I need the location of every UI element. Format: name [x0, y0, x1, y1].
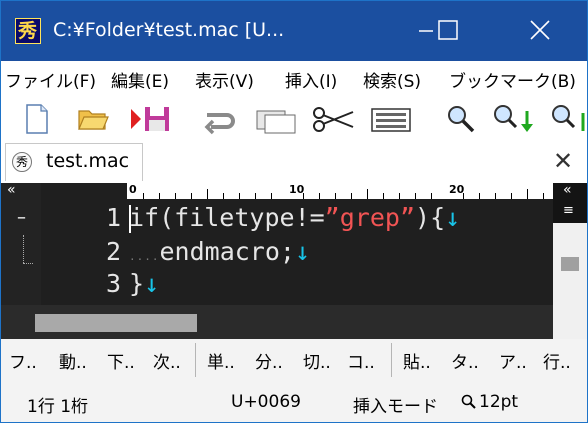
maximize-button[interactable]: [425, 11, 471, 51]
folder-icon: [78, 110, 109, 130]
input-mode[interactable]: 挿入モード: [353, 392, 438, 417]
collapse-left-icon[interactable]: «: [7, 183, 16, 198]
scroll-corner: [553, 305, 587, 339]
ruler-label: 0: [129, 183, 137, 196]
open-folder-button[interactable]: [75, 101, 111, 137]
list-icon[interactable]: ≡: [563, 203, 574, 218]
app-icon-glyph: 秀: [18, 20, 38, 42]
paste-button[interactable]: [369, 101, 413, 137]
fkey-4[interactable]: 次..: [153, 348, 181, 373]
vertical-scroll-thumb[interactable]: [561, 257, 579, 271]
new-file-button[interactable]: [19, 101, 55, 137]
unicode-codepoint[interactable]: U+0069: [231, 392, 301, 412]
app-icon[interactable]: 秀: [15, 18, 41, 44]
copy-icon: [256, 110, 296, 134]
line-numbers: 1 2 3 4: [41, 199, 125, 332]
search-prev-button[interactable]: [547, 101, 587, 137]
status-bar: 1行 1桁 U+0069 挿入モード 12pt: [1, 381, 587, 422]
gutter: « –: [1, 183, 41, 305]
cut-button[interactable]: [311, 101, 357, 137]
code-line-1[interactable]: if(filetype!=”grep”){↓: [129, 201, 460, 235]
save-icon: [131, 107, 169, 131]
search-next-button[interactable]: [489, 101, 533, 137]
function-key-bar: フ.. 動.. 下.. 次.. 単.. 分.. 切.. コ.. 貼.. タ.. …: [1, 339, 587, 381]
menu-view[interactable]: 表示(V): [195, 67, 254, 92]
fkey-8[interactable]: コ..: [347, 348, 375, 373]
menu-bookmark[interactable]: ブックマーク(B): [449, 67, 576, 92]
menu-edit[interactable]: 編集(E): [111, 67, 169, 92]
fkey-1[interactable]: フ..: [9, 348, 37, 373]
fkey-9[interactable]: 貼..: [403, 348, 431, 373]
toolbar: [1, 97, 587, 141]
line-number: 1: [105, 203, 121, 232]
maximize-icon: [438, 20, 458, 40]
editor-area[interactable]: « – 1 2 3 4 0 10 20: [1, 183, 587, 339]
search-down-icon: [494, 105, 533, 132]
menu-file[interactable]: ファイル(F): [5, 67, 96, 92]
close-icon: [530, 20, 550, 40]
fkey-12[interactable]: 行..: [543, 348, 571, 373]
fkey-7[interactable]: 切..: [303, 348, 331, 373]
menu-bar: ファイル(F) 編集(E) 表示(V) 挿入(I) 検索(S) ブックマーク(B…: [1, 61, 587, 97]
save-button[interactable]: [129, 101, 175, 137]
fkey-5[interactable]: 単..: [207, 348, 235, 373]
close-tab-icon[interactable]: ✕: [553, 147, 573, 175]
file-type-icon: 秀: [12, 152, 32, 172]
scissors-icon: [313, 107, 354, 132]
vertical-scrollbar[interactable]: « ≡: [553, 183, 587, 305]
close-button[interactable]: [517, 11, 563, 51]
fkey-2[interactable]: 動..: [59, 348, 87, 373]
tab-test-mac[interactable]: 秀 test.mac: [5, 143, 143, 181]
search-icon: [448, 106, 475, 133]
column-ruler: 0 10 20: [127, 183, 553, 199]
tab-label: test.mac: [46, 150, 130, 172]
fkey-10[interactable]: タ..: [451, 348, 479, 373]
window-title: C:¥Folder¥test.mac [U...: [53, 19, 285, 41]
fkey-6[interactable]: 分..: [255, 348, 283, 373]
title-bar[interactable]: 秀 C:¥Folder¥test.mac [U...: [1, 1, 587, 61]
undo-button[interactable]: [197, 101, 241, 137]
fold-end: [23, 263, 33, 264]
copy-button[interactable]: [253, 101, 299, 137]
fkey-3[interactable]: 下..: [107, 348, 135, 373]
fold-line: [23, 235, 24, 263]
cursor-position[interactable]: 1行 1桁: [27, 392, 88, 417]
fkey-11[interactable]: ア..: [499, 348, 527, 373]
line-number: 2: [105, 237, 121, 266]
collapse-right-icon[interactable]: «: [563, 183, 572, 198]
horizontal-scrollbar[interactable]: [1, 305, 553, 339]
zoom-icon: [461, 394, 476, 409]
search-button[interactable]: [443, 101, 479, 137]
menu-search[interactable]: 検索(S): [363, 67, 421, 92]
tab-bar: 秀 test.mac ✕: [1, 141, 587, 183]
search-up-icon: [552, 105, 585, 131]
paste-icon: [371, 108, 411, 132]
menu-insert[interactable]: 挿入(I): [285, 67, 337, 92]
code-line-3[interactable]: }↓: [129, 267, 159, 301]
horizontal-scroll-thumb[interactable]: [35, 314, 197, 332]
new-file-icon: [26, 104, 48, 134]
zoom-level[interactable]: 12pt: [479, 392, 518, 412]
undo-icon: [204, 113, 235, 135]
text-cursor: [129, 205, 131, 233]
line-number: 3: [105, 269, 121, 298]
fold-marker[interactable]: –: [17, 207, 26, 228]
